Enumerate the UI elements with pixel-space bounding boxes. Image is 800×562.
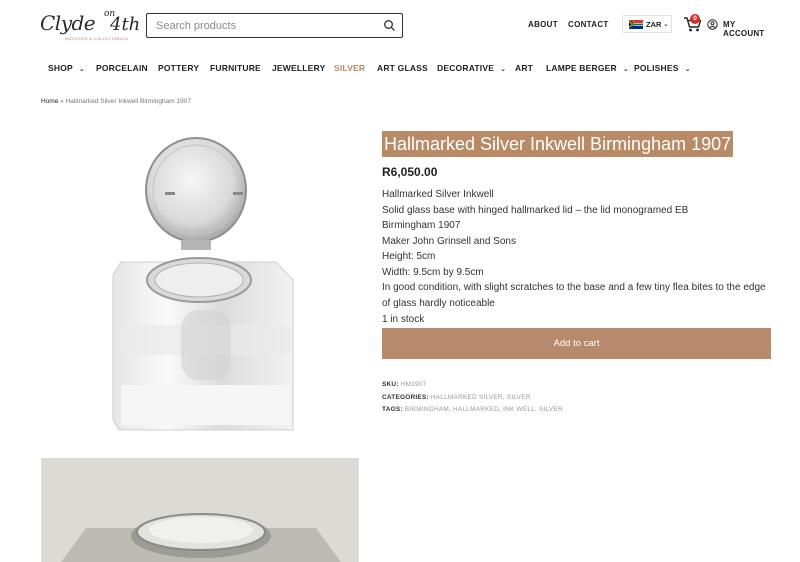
nav-item-label: POLISHES xyxy=(634,63,679,73)
stock-status: 1 in stock xyxy=(382,314,425,325)
chevron-down-icon: ⌄ xyxy=(663,21,669,28)
chevron-down-icon: ⌄ xyxy=(78,66,85,73)
nav-item-jewellery[interactable]: JEWELLERY xyxy=(272,63,325,73)
search-icon[interactable] xyxy=(383,19,396,32)
cart-count-badge: 0 xyxy=(690,14,700,24)
search-box xyxy=(146,13,403,38)
product-sku: SKU: HM1907 xyxy=(382,381,427,388)
description-line: Solid glass base with hinged hallmarked … xyxy=(382,204,689,216)
breadcrumb-separator: » xyxy=(58,98,66,105)
nav-item-pottery[interactable]: POTTERY xyxy=(158,63,199,73)
tags-label: TAGS: xyxy=(382,406,403,413)
product-title-highlight: Hallmarked Silver Inkwell Birmingham 190… xyxy=(382,131,734,157)
breadcrumb-home-link[interactable]: Home xyxy=(41,98,58,105)
chevron-down-icon: ⌄ xyxy=(500,66,507,73)
search-input[interactable] xyxy=(156,17,376,34)
description-line: Hallmarked Silver Inkwell xyxy=(382,189,494,200)
site-header: Clyde on 4th ANTIQUES & COLLECTABLES ABO… xyxy=(0,0,800,52)
nav-item-silver[interactable]: SILVER xyxy=(334,63,365,73)
nav-item-art[interactable]: ART xyxy=(515,63,533,73)
product-image-secondary[interactable] xyxy=(41,458,359,562)
nav-item-lampe-berger[interactable]: LAMPE BERGER ⌄ xyxy=(546,63,629,73)
add-to-cart-button[interactable]: Add to cart xyxy=(382,328,771,359)
nav-item-label: SHOP xyxy=(48,63,73,73)
sku-value: HM1907 xyxy=(400,381,427,388)
site-logo[interactable]: Clyde on 4th ANTIQUES & COLLECTABLES xyxy=(40,9,140,45)
logo-tagline: ANTIQUES & COLLECTABLES xyxy=(65,36,129,41)
categories-links[interactable]: HALLMARKED SILVER, SILVER xyxy=(431,394,531,401)
breadcrumb-current: Hallmarked Silver Inkwell Birmingham 190… xyxy=(65,98,191,105)
description-line: In good condition, with slight scratches… xyxy=(382,282,766,309)
nav-item-shop[interactable]: SHOP ⌄ xyxy=(48,63,85,73)
south-africa-flag-icon xyxy=(629,20,643,29)
product-description: Hallmarked Silver Inkwell Solid glass ba… xyxy=(382,187,774,311)
nav-item-label: LAMPE BERGER xyxy=(546,63,617,73)
main-nav: SHOP ⌄ PORCELAIN POTTERY FURNITURE JEWELL… xyxy=(0,58,800,78)
inkwell-image xyxy=(112,137,294,431)
product-image-main[interactable] xyxy=(41,130,359,440)
logo-text: Clyde xyxy=(40,11,96,35)
description-line: Width: 9.5cm by 9.5cm xyxy=(382,266,484,278)
about-link[interactable]: ABOUT xyxy=(528,20,558,29)
contact-link[interactable]: CONTACT xyxy=(568,20,609,29)
description-line: Height: 5cm xyxy=(382,251,436,262)
user-circle-icon xyxy=(707,19,718,30)
nav-item-decorative[interactable]: DECORATIVE ⌄ xyxy=(437,63,506,73)
product-title: Hallmarked Silver Inkwell Birmingham 190… xyxy=(384,134,732,154)
currency-switcher[interactable]: ZAR ⌄ xyxy=(622,15,672,33)
nav-item-label: DECORATIVE xyxy=(437,63,495,73)
nav-item-polishes[interactable]: POLISHES ⌄ xyxy=(634,63,691,73)
sku-label: SKU: xyxy=(382,381,399,388)
nav-item-porcelain[interactable]: PORCELAIN xyxy=(96,63,148,73)
currency-code: ZAR xyxy=(646,20,662,29)
logo-4th-text: 4th xyxy=(110,14,141,35)
inkwell-top-image xyxy=(41,458,359,562)
product-tags: TAGS: BIRMINGHAM, HALLMARKED, INK WELL, … xyxy=(382,406,563,413)
chevron-down-icon: ⌄ xyxy=(684,66,691,73)
categories-label: CATEGORIES: xyxy=(382,394,429,401)
breadcrumb: Home » Hallmarked Silver Inkwell Birming… xyxy=(41,98,191,105)
my-account-label: MY ACCOUNT xyxy=(723,20,765,38)
nav-item-furniture[interactable]: FURNITURE xyxy=(210,63,261,73)
chevron-down-icon: ⌄ xyxy=(622,66,629,73)
product-price: R6,050.00 xyxy=(382,165,438,179)
tags-links[interactable]: BIRMINGHAM, HALLMARKED, INK WELL, SILVER xyxy=(405,406,563,413)
my-account-link[interactable]: MY ACCOUNT xyxy=(707,19,777,38)
product-categories: CATEGORIES: HALLMARKED SILVER, SILVER xyxy=(382,394,531,401)
description-line: Maker John Grinsell and Sons xyxy=(382,235,516,247)
nav-item-art-glass[interactable]: ART GLASS xyxy=(377,63,428,73)
description-line: Birmingham 1907 xyxy=(382,220,461,231)
